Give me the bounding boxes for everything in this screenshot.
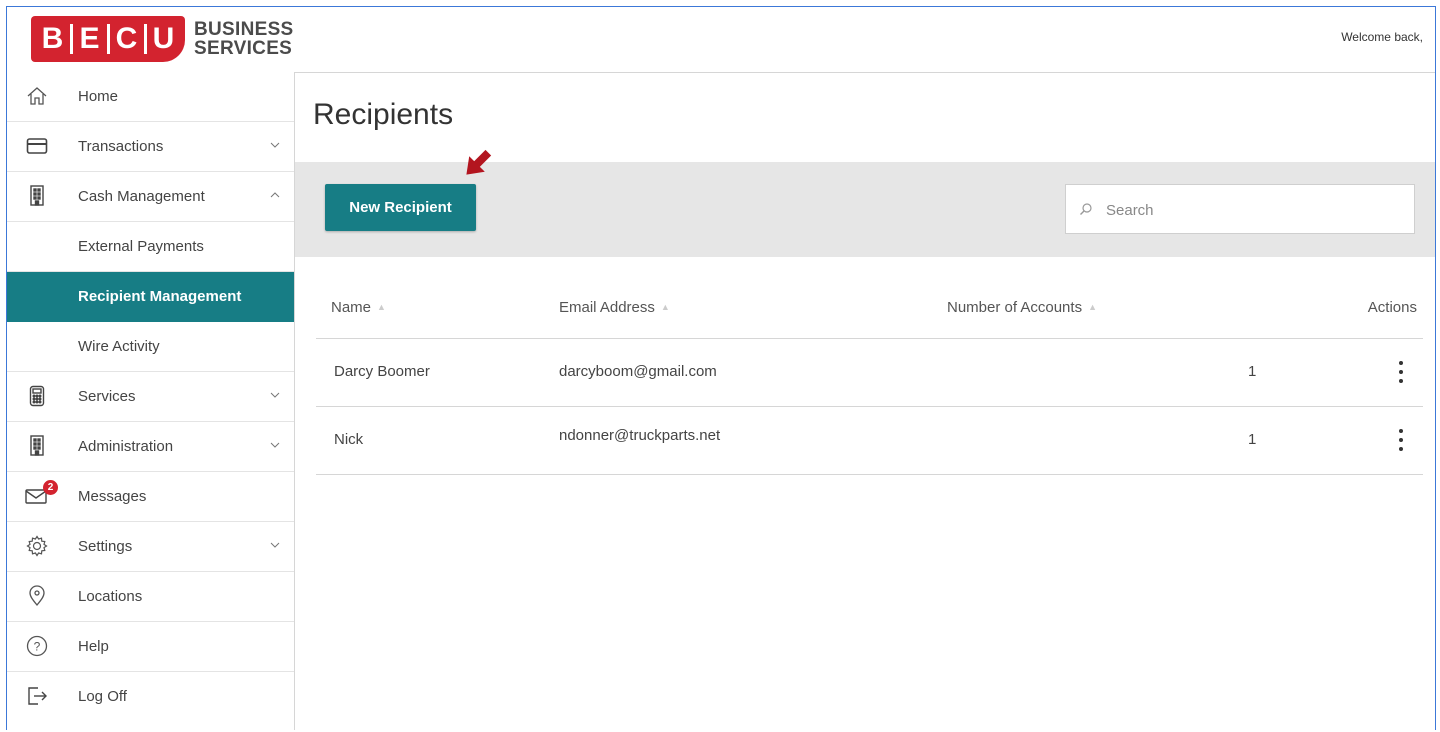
sidebar-item-label: Administration xyxy=(78,438,174,455)
sidebar-item-transactions[interactable]: Transactions xyxy=(7,122,294,172)
sidebar-item-label: Settings xyxy=(78,538,133,555)
sidebar-item-label: Recipient Management xyxy=(78,288,242,305)
search-box[interactable] xyxy=(1065,184,1415,234)
sidebar-item-locations[interactable]: Locations xyxy=(7,572,294,622)
logo-letter: E xyxy=(79,22,100,55)
log-off-icon xyxy=(25,684,49,708)
recipient-name: Nick xyxy=(334,431,364,448)
sidebar-nav: Home Transactions Cash Management Extern… xyxy=(7,72,295,730)
location-pin-icon xyxy=(25,584,49,608)
logo-letter: B xyxy=(41,22,64,55)
sidebar-item-label: Wire Activity xyxy=(78,338,160,355)
app-window: B E C U BUSINESS SERVICES Welcome back, … xyxy=(6,6,1436,730)
building-icon xyxy=(25,434,49,458)
welcome-text: Welcome back, xyxy=(1341,30,1423,44)
top-header: B E C U BUSINESS SERVICES Welcome back, xyxy=(7,7,1435,73)
annotation-arrow-icon xyxy=(466,149,492,175)
chevron-down-icon xyxy=(270,392,280,398)
sidebar-item-log-off[interactable]: Log Off xyxy=(7,672,294,722)
sidebar-item-home[interactable]: Home xyxy=(7,72,294,122)
sidebar-item-label: Services xyxy=(78,388,136,405)
logo-badge: B E C U xyxy=(31,16,185,62)
sidebar-item-label: Home xyxy=(78,88,119,105)
recipient-email: darcyboom@gmail.com xyxy=(559,363,717,380)
main-content: Recipients New Recipient Name ▲ Email Add… xyxy=(295,72,1435,730)
sidebar-item-label: Cash Management xyxy=(78,188,205,205)
sidebar-item-messages[interactable]: 2 Messages xyxy=(7,472,294,522)
search-icon xyxy=(1080,203,1092,215)
sidebar-item-settings[interactable]: Settings xyxy=(7,522,294,572)
chevron-down-icon xyxy=(270,442,280,448)
gear-icon xyxy=(25,534,49,558)
home-icon xyxy=(25,84,49,108)
sidebar-item-label: Help xyxy=(78,638,109,655)
chevron-up-icon xyxy=(270,192,280,198)
sidebar-item-label: External Payments xyxy=(78,238,204,255)
chevron-down-icon xyxy=(270,142,280,148)
new-recipient-button[interactable]: New Recipient xyxy=(325,184,476,231)
sidebar-item-cash-management[interactable]: Cash Management xyxy=(7,172,294,222)
building-icon xyxy=(25,184,49,208)
logo-separator xyxy=(143,24,147,54)
sidebar-item-administration[interactable]: Administration xyxy=(7,422,294,472)
sidebar-item-external-payments[interactable]: External Payments xyxy=(7,222,294,272)
sidebar-item-label: Messages xyxy=(78,488,147,505)
sidebar-item-services[interactable]: Services xyxy=(7,372,294,422)
recipient-email: ndonner@truckparts.net xyxy=(559,427,721,444)
logo-letter: C xyxy=(115,22,138,55)
logo-text: BUSINESS SERVICES xyxy=(194,20,294,58)
chevron-down-icon xyxy=(270,542,280,548)
calculator-icon xyxy=(25,384,49,408)
sidebar-item-label: Transactions xyxy=(78,138,164,155)
help-icon: ? xyxy=(25,634,49,658)
column-header-email[interactable]: Email Address ▲ xyxy=(559,299,670,316)
column-header-label: Name xyxy=(331,299,372,316)
column-header-actions: Actions xyxy=(1367,299,1417,316)
page-title: Recipients xyxy=(313,98,454,131)
svg-text:?: ? xyxy=(34,640,41,654)
sidebar-item-help[interactable]: ? Help xyxy=(7,622,294,672)
sidebar-item-wire-activity[interactable]: Wire Activity xyxy=(7,322,294,372)
row-actions-menu-icon[interactable] xyxy=(1395,427,1407,453)
column-header-accounts[interactable]: Number of Accounts ▲ xyxy=(947,299,1097,316)
sidebar-item-label: Locations xyxy=(78,588,143,605)
table-row[interactable]: Darcy Boomer darcyboom@gmail.com 1 xyxy=(316,339,1423,407)
sidebar-item-label: Log Off xyxy=(78,688,127,705)
column-header-label: Number of Accounts xyxy=(947,299,1083,316)
table-header: Name ▲ Email Address ▲ Number of Accounts ▲… xyxy=(316,277,1423,339)
logo-letter: U xyxy=(152,22,175,55)
logo-separator xyxy=(106,24,110,54)
logo-line-1: BUSINESS xyxy=(194,19,294,40)
recipients-table: Name ▲ Email Address ▲ Number of Accounts ▲… xyxy=(316,277,1423,475)
sidebar-item-recipient-management[interactable]: Recipient Management xyxy=(7,272,294,322)
table-row[interactable]: Nick ndonner@truckparts.net 1 xyxy=(316,407,1423,475)
recipient-name: Darcy Boomer xyxy=(334,363,430,380)
sort-up-icon: ▲ xyxy=(660,302,670,312)
credit-card-icon xyxy=(25,134,49,158)
column-header-name[interactable]: Name ▲ xyxy=(331,299,386,316)
recipient-account-count: 1 xyxy=(1248,431,1257,448)
search-input[interactable] xyxy=(1104,197,1398,223)
sort-up-icon: ▲ xyxy=(377,302,386,312)
logo-line-2: SERVICES xyxy=(194,38,293,59)
sort-up-icon: ▲ xyxy=(1088,302,1097,312)
recipient-account-count: 1 xyxy=(1248,363,1257,380)
logo-separator xyxy=(69,24,73,54)
becu-logo[interactable]: B E C U BUSINESS SERVICES xyxy=(31,16,294,62)
row-actions-menu-icon[interactable] xyxy=(1395,359,1407,385)
unread-count-badge: 2 xyxy=(43,480,58,495)
column-header-label: Email Address xyxy=(559,299,655,316)
